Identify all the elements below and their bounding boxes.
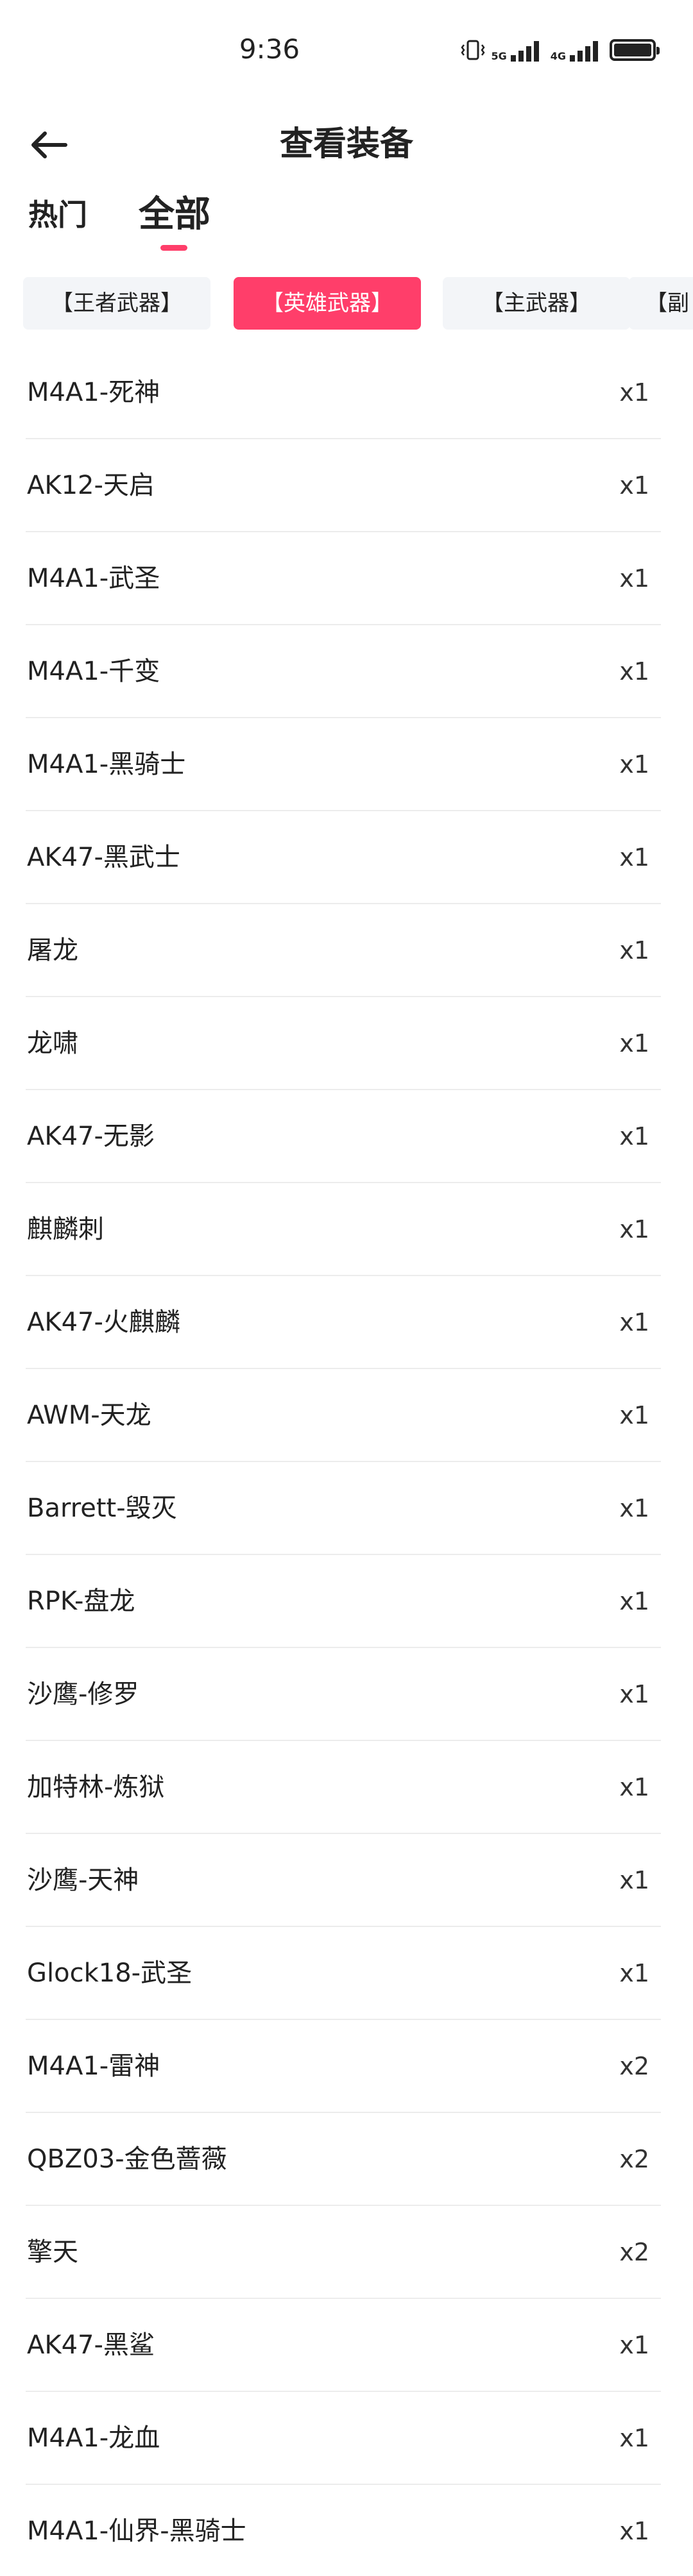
item-name: 龙啸 [27, 1029, 78, 1058]
item-name: M4A1-雷神 [27, 2051, 160, 2081]
item-name: M4A1-黑骑士 [27, 750, 186, 779]
battery-fill [614, 44, 651, 56]
item-quantity: x1 [619, 564, 649, 593]
item-name: AK47-黑鲨 [27, 2330, 155, 2360]
item-quantity: x1 [619, 1773, 649, 1801]
chip-king-weapons[interactable]: 【王者武器】 [23, 277, 210, 330]
item-quantity: x1 [619, 2424, 649, 2452]
item-name: RPK-盘龙 [27, 1587, 135, 1616]
list-item[interactable]: 擎天 x2 [26, 2206, 661, 2299]
list-item[interactable]: M4A1-千变 x1 [26, 625, 661, 718]
list-item[interactable]: M4A1-雷神 x2 [26, 2020, 661, 2113]
item-name: AK47-无影 [27, 1122, 155, 1151]
list-item[interactable]: 沙鹰-天神 x1 [26, 1834, 661, 1927]
active-tab-indicator [160, 245, 187, 251]
item-quantity: x1 [619, 1308, 649, 1336]
item-name: 沙鹰-修罗 [27, 1679, 139, 1709]
list-item[interactable]: Glock18-武圣 x1 [26, 1927, 661, 2020]
item-name: Glock18-武圣 [27, 1958, 193, 1988]
item-quantity: x1 [619, 378, 649, 407]
list-item[interactable]: 加特林-炼狱 x1 [26, 1741, 661, 1834]
item-name: 擎天 [27, 2237, 78, 2267]
tab-hot[interactable]: 热门 [28, 186, 87, 257]
item-quantity: x1 [619, 1866, 649, 1894]
item-quantity: x1 [619, 1959, 649, 1987]
item-quantity: x2 [619, 2238, 649, 2266]
list-item[interactable]: AK47-黑武士 x1 [26, 811, 661, 904]
list-item[interactable]: AK47-无影 x1 [26, 1090, 661, 1183]
item-quantity: x1 [619, 1494, 649, 1522]
chip-secondary-weapons[interactable]: 【副 [629, 277, 693, 330]
item-name: AK47-火麒麟 [27, 1308, 180, 1337]
item-name: M4A1-千变 [27, 657, 160, 686]
item-quantity: x1 [619, 750, 649, 779]
item-quantity: x1 [619, 1680, 649, 1708]
item-quantity: x1 [619, 936, 649, 964]
item-name: M4A1-龙血 [27, 2423, 160, 2453]
item-quantity: x1 [619, 2517, 649, 2545]
status-bar: 9:36 5G 4G [0, 0, 693, 103]
list-item[interactable]: M4A1-仙界-黑骑士 x1 [26, 2485, 661, 2576]
list-item[interactable]: 沙鹰-修罗 x1 [26, 1648, 661, 1741]
item-name: 麒麟刺 [27, 1215, 104, 1244]
item-quantity: x1 [619, 1029, 649, 1057]
item-quantity: x1 [619, 1122, 649, 1150]
arrow-left-icon [31, 131, 67, 158]
battery-icon [610, 39, 660, 61]
network-1-label: 5G [491, 50, 507, 62]
chip-hero-weapons[interactable]: 【英雄武器】 [234, 277, 421, 330]
vibrate-icon [461, 40, 486, 60]
item-name: AWM-天龙 [27, 1401, 151, 1430]
item-name: QBZ03-金色蔷薇 [27, 2144, 227, 2174]
chip-main-weapons[interactable]: 【主武器】 [443, 277, 630, 330]
item-name: AK12-天启 [27, 471, 155, 500]
top-tabs: 热门 全部 [0, 186, 693, 257]
item-name: 屠龙 [27, 936, 78, 965]
signal-5g-icon: 5G [491, 38, 545, 62]
list-item[interactable]: RPK-盘龙 x1 [26, 1555, 661, 1648]
list-item[interactable]: M4A1-黑骑士 x1 [26, 718, 661, 811]
list-item[interactable]: AWM-天龙 x1 [26, 1369, 661, 1462]
item-quantity: x1 [619, 1215, 649, 1243]
page-title: 查看装备 [279, 125, 413, 164]
category-chips: 【王者武器】 【英雄武器】 【主武器】 【副 [0, 277, 693, 332]
list-item[interactable]: AK47-黑鲨 x1 [26, 2299, 661, 2392]
status-time: 9:36 [239, 33, 300, 65]
item-quantity: x1 [619, 1401, 649, 1429]
list-item[interactable]: M4A1-龙血 x1 [26, 2392, 661, 2485]
list-item[interactable]: 麒麟刺 x1 [26, 1183, 661, 1276]
network-2-label: 4G [550, 50, 566, 62]
list-item[interactable]: 龙啸 x1 [26, 997, 661, 1090]
list-item[interactable]: AK12-天启 x1 [26, 439, 661, 532]
status-icons: 5G 4G [460, 37, 660, 63]
item-quantity: x1 [619, 1587, 649, 1615]
item-name: 加特林-炼狱 [27, 1772, 165, 1802]
item-name: AK47-黑武士 [27, 843, 180, 872]
item-quantity: x2 [619, 2052, 649, 2080]
back-button[interactable] [23, 119, 74, 171]
item-quantity: x1 [619, 657, 649, 686]
item-name: M4A1-武圣 [27, 564, 160, 593]
item-name: 沙鹰-天神 [27, 1865, 139, 1895]
item-quantity: x1 [619, 2331, 649, 2359]
list-item[interactable]: QBZ03-金色蔷薇 x2 [26, 2113, 661, 2206]
item-quantity: x1 [619, 471, 649, 500]
list-item[interactable]: M4A1-武圣 x1 [26, 532, 661, 625]
item-name: M4A1-死神 [27, 378, 160, 407]
signal-4g-icon: 4G [551, 38, 604, 62]
item-name: Barrett-毁灭 [27, 1494, 177, 1523]
list-item[interactable]: Barrett-毁灭 x1 [26, 1462, 661, 1555]
signal-bars-icon [510, 41, 539, 62]
header: 查看装备 [0, 103, 693, 186]
signal-bars-icon [570, 41, 598, 62]
item-quantity: x2 [619, 2145, 649, 2173]
list-item[interactable]: AK47-火麒麟 x1 [26, 1276, 661, 1369]
list-item[interactable]: M4A1-死神 x1 [26, 346, 661, 439]
item-quantity: x1 [619, 843, 649, 871]
equipment-list: M4A1-死神 x1 AK12-天启 x1 M4A1-武圣 x1 M4A1-千变 x1 M4A1… [26, 346, 661, 2576]
list-item[interactable]: 屠龙 x1 [26, 904, 661, 997]
item-name: M4A1-仙界-黑骑士 [27, 2516, 246, 2546]
